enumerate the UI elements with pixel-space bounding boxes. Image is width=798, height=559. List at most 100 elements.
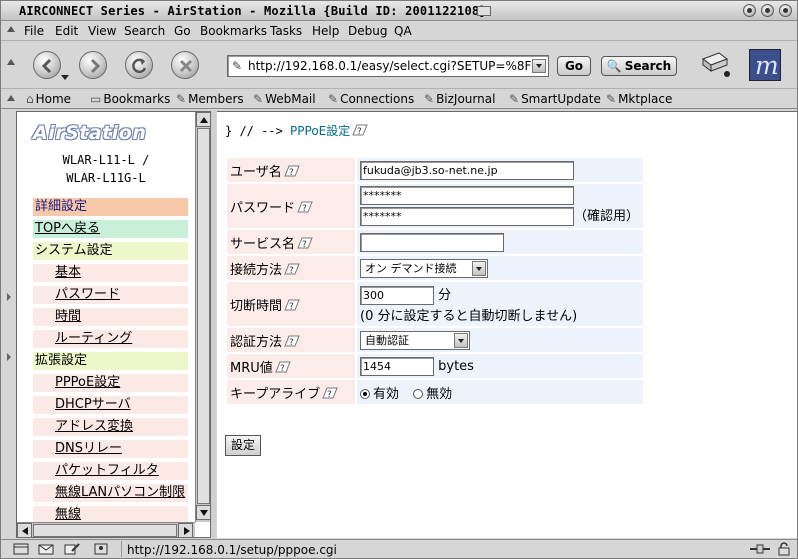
back-button[interactable] — [33, 51, 61, 79]
help-icon[interactable]: ? — [283, 334, 301, 348]
help-icon[interactable]: ? — [283, 262, 301, 276]
auth-method-select[interactable]: 自動認証 — [360, 330, 470, 350]
scroll-left-button[interactable] — [17, 523, 32, 537]
online-status-icon[interactable] — [749, 543, 771, 555]
go-button[interactable]: Go — [557, 56, 591, 76]
service-name-input[interactable] — [360, 232, 504, 252]
back-history-dropdown-icon[interactable] — [61, 75, 69, 80]
menu-search[interactable]: Search — [124, 24, 165, 38]
toolbar-grip-icon[interactable] — [7, 95, 15, 101]
menu-view[interactable]: View — [88, 24, 116, 38]
mozilla-throbber-icon[interactable]: m — [749, 49, 781, 81]
keepalive-on-radio[interactable] — [360, 388, 370, 399]
navigator-icon[interactable] — [13, 543, 29, 555]
help-icon[interactable]: ? — [296, 200, 314, 214]
sidebar-horizontal-scrollbar[interactable] — [17, 522, 195, 537]
menu-bookmarks[interactable]: Bookmarks — [200, 24, 267, 38]
help-icon[interactable]: ? — [283, 164, 301, 178]
menu-edit[interactable]: Edit — [55, 24, 78, 38]
scroll-down-button[interactable] — [196, 505, 210, 520]
page-proxy-icon[interactable]: ✎ — [232, 59, 242, 73]
username-input[interactable] — [360, 160, 574, 180]
toolbar-grip-icon[interactable] — [7, 26, 15, 32]
sidebar-item-packet-filter[interactable]: パケットフィルタ — [33, 462, 188, 480]
close-button[interactable] — [779, 4, 792, 17]
print-icon[interactable] — [699, 49, 731, 79]
reload-button[interactable] — [125, 51, 153, 79]
apply-button[interactable]: 設定 — [225, 435, 262, 456]
menu-debug[interactable]: Debug — [348, 24, 387, 38]
help-icon[interactable]: ? — [283, 298, 301, 312]
menu-qa[interactable]: QA — [394, 24, 412, 38]
home-button[interactable]: ⌂ Home — [26, 92, 71, 106]
password-confirm-input[interactable] — [360, 207, 574, 226]
scroll-right-button[interactable] — [178, 523, 193, 537]
sidebar-item-wlan-restrict[interactable]: 無線LANパソコン制限 — [33, 484, 188, 502]
dropdown-arrow[interactable] — [454, 332, 468, 348]
sidebar-item-dns-relay[interactable]: DNSリレー — [33, 440, 188, 458]
address-book-icon[interactable] — [93, 543, 109, 555]
sidebar-link[interactable]: ルーティング — [55, 331, 132, 346]
sidebar-item-time[interactable]: 時間 — [33, 308, 188, 326]
search-button[interactable]: 🔍 Search — [601, 56, 677, 76]
toolbar-grip-icon[interactable] — [7, 59, 15, 65]
sidebar-item-routing[interactable]: ルーティング — [33, 330, 188, 348]
scroll-thumb[interactable] — [197, 128, 210, 504]
sidebar-link[interactable]: パスワード — [55, 287, 120, 302]
sidebar-link[interactable]: 無線LANパソコン制限 — [55, 485, 185, 500]
sidebar-link[interactable]: DNSリレー — [55, 441, 122, 456]
composer-icon[interactable] — [64, 543, 80, 555]
url-input[interactable] — [248, 58, 532, 74]
sidebar-vertical-scrollbar[interactable] — [195, 112, 210, 522]
sidebar-link[interactable]: パケットフィルタ — [55, 463, 159, 478]
top-link[interactable]: TOPへ戻る — [35, 221, 100, 236]
connect-method-select[interactable]: オン デマンド接続 — [360, 258, 488, 278]
sidebar-link[interactable]: DHCPサーバ — [55, 397, 131, 412]
url-history-dropdown[interactable] — [532, 59, 546, 73]
forward-button[interactable] — [79, 51, 107, 79]
minimize-button[interactable] — [743, 4, 756, 17]
menu-file[interactable]: File — [24, 24, 44, 38]
keepalive-off-radio[interactable] — [413, 388, 424, 399]
sidebar-link[interactable]: アドレス変換 — [55, 419, 133, 434]
sidebar-item-nat[interactable]: アドレス変換 — [33, 418, 188, 436]
sidebar-link[interactable]: 基本 — [55, 265, 81, 280]
help-icon[interactable]: ? — [274, 360, 292, 374]
password-input[interactable] — [360, 186, 574, 205]
sidebar-link[interactable]: 無線 — [55, 507, 81, 522]
mru-input[interactable] — [360, 356, 434, 376]
sidebar-grip-icon[interactable] — [7, 293, 11, 301]
maximize-button[interactable] — [761, 4, 774, 17]
bookmark-bizjournal[interactable]: ✎ BizJournal — [424, 92, 495, 106]
menu-go[interactable]: Go — [174, 24, 191, 38]
sidebar-link[interactable]: PPPoE設定 — [55, 375, 120, 390]
sidebar-grip-icon[interactable] — [7, 353, 11, 361]
stop-button[interactable] — [171, 51, 199, 79]
sidebar-item-dhcp[interactable]: DHCPサーバ — [33, 396, 188, 414]
bookmark-members[interactable]: ✎ Members — [176, 92, 244, 106]
timeout-input[interactable] — [360, 286, 434, 305]
bookmark-mktplace[interactable]: ✎ Mktplace — [606, 92, 672, 106]
bookmarks-button[interactable]: ▭ Bookmarks — [90, 92, 170, 106]
menu-tasks[interactable]: Tasks — [270, 24, 302, 38]
title-grip-icon[interactable] — [477, 6, 491, 16]
sidebar-item-top[interactable]: TOPへ戻る — [33, 220, 188, 238]
dropdown-arrow[interactable] — [472, 260, 486, 276]
mail-icon[interactable] — [38, 543, 54, 555]
scroll-thumb[interactable] — [33, 524, 177, 537]
title-bar[interactable]: AIRCONNECT Series - AirStation - Mozilla… — [1, 1, 797, 21]
bookmark-webmail[interactable]: ✎ WebMail — [253, 92, 316, 106]
frame-splitter[interactable] — [211, 111, 216, 538]
sidebar-item-pppoe[interactable]: PPPoE設定 — [33, 374, 188, 392]
bookmark-connections[interactable]: ✎ Connections — [328, 92, 414, 106]
sidebar-item-password[interactable]: パスワード — [33, 286, 188, 304]
sidebar-item-basic[interactable]: 基本 — [33, 264, 188, 282]
sidebar-link[interactable]: 時間 — [55, 309, 81, 324]
help-icon[interactable]: ? — [351, 123, 369, 137]
help-icon[interactable]: ? — [296, 236, 314, 250]
bookmark-smartupdate[interactable]: ✎ SmartUpdate — [509, 92, 601, 106]
menu-help[interactable]: Help — [312, 24, 339, 38]
help-icon[interactable]: ? — [321, 386, 339, 400]
url-bar[interactable]: ✎ — [227, 55, 549, 77]
security-lock-icon[interactable] — [777, 542, 791, 556]
